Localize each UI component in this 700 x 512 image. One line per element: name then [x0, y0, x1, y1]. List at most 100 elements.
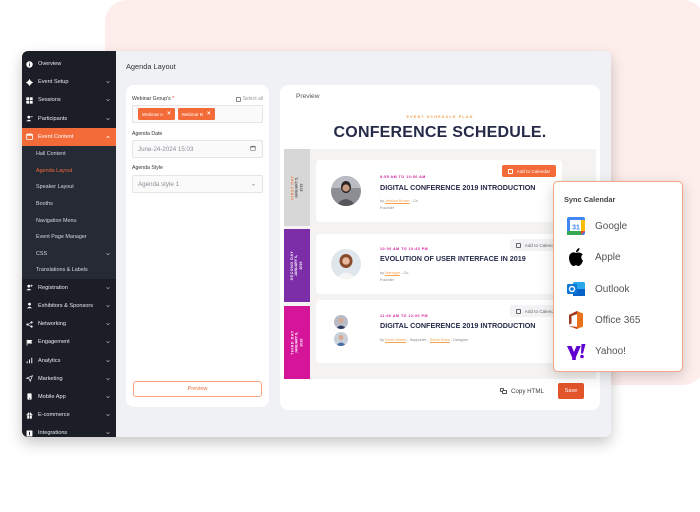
agenda-date-input[interactable]: June-24-2024 15:03: [132, 140, 263, 158]
session-card: 11:00 AM TO 12:00 PM DIGITAL CONFERENCE …: [316, 300, 564, 363]
copy-icon: [499, 387, 507, 395]
option-label: Office 365: [595, 314, 641, 326]
day-year: 2019: [299, 338, 304, 347]
copy-html-button[interactable]: Copy HTML: [499, 387, 544, 395]
button-label: Copy HTML: [510, 387, 544, 395]
sidebar-item-mobile-app[interactable]: Mobile App: [22, 388, 116, 406]
sidebar-item-label: Networking: [38, 321, 66, 328]
session-card: 10:00 AM TO 10:40 PM EVOLUTION OF USER I…: [316, 234, 564, 294]
sync-option-yahoo[interactable]: Yahoo!: [566, 340, 626, 362]
remove-tag-icon[interactable]: ×: [207, 111, 211, 117]
sidebar-item-ecommerce[interactable]: E-commerce: [22, 406, 116, 424]
button-label: Add to Calendar: [516, 168, 550, 174]
calendar-icon: [515, 308, 521, 314]
sync-option-apple[interactable]: Apple: [566, 246, 621, 268]
sidebar-subitem-label: Event Page Manager: [36, 234, 87, 241]
speaker-link[interactable]: Manager: [385, 271, 400, 275]
option-label: Outlook: [595, 283, 630, 295]
grid-icon: [26, 97, 33, 104]
webinar-groups-multiselect[interactable]: Webinar A × Webinar B ×: [132, 105, 263, 123]
sidebar-item-analytics[interactable]: Analytics: [22, 351, 116, 369]
sidebar-subitem-hall-content[interactable]: Hall Content: [22, 146, 116, 163]
sidebar-item-marketing[interactable]: Marketing: [22, 370, 116, 388]
sidebar-item-networking[interactable]: Networking: [22, 315, 116, 333]
option-label: Yahoo!: [595, 345, 626, 357]
preview-button[interactable]: Preview: [133, 381, 262, 397]
sync-option-google[interactable]: 31 Google: [566, 215, 627, 237]
user-plus-icon: [26, 284, 33, 291]
agenda-date-value: June-24-2024 15:03: [138, 145, 194, 153]
calendar-icon: [26, 133, 33, 141]
main-content: Agenda Layout Webinar Group's * Select a…: [116, 51, 611, 437]
sidebar-item-event-content[interactable]: Event Content: [22, 127, 116, 146]
office365-icon: [566, 310, 586, 330]
save-button[interactable]: Save: [558, 383, 584, 399]
schedule-title: CONFERENCE SCHEDULE.: [333, 124, 547, 141]
day-date: JANUARY 8,: [294, 331, 299, 354]
page-title: Agenda Layout: [126, 62, 176, 71]
select-all-checkbox[interactable]: Select all: [235, 96, 263, 102]
sidebar: Overview Event Setup Sessions Participan…: [22, 51, 116, 437]
remove-tag-icon[interactable]: ×: [167, 111, 171, 117]
session-speakers: by Kevin Martin - Supporter - Sarah Rose…: [380, 338, 468, 342]
sidebar-subitem-navigation-menu[interactable]: Navigation Menu: [22, 212, 116, 229]
sidebar-item-engagement[interactable]: Engagement: [22, 333, 116, 351]
speaker-link[interactable]: Sarah Rose: [430, 338, 450, 342]
sidebar-subitem-agenda-layout[interactable]: Agenda Layout: [22, 163, 116, 180]
sidebar-subitem-label: Booths: [36, 201, 53, 208]
gift-icon: [26, 412, 33, 419]
flag-icon: [26, 339, 33, 346]
outlook-icon: [566, 279, 586, 299]
sidebar-item-label: Event Setup: [38, 79, 69, 86]
speaker-avatar: [331, 176, 361, 206]
session-title: EVOLUTION OF USER INTERFACE IN 2019: [380, 254, 526, 263]
sidebar-item-label: Registration: [38, 284, 68, 291]
plug-icon: [26, 430, 33, 437]
event-content-submenu: Hall Content Agenda Layout Speaker Layou…: [22, 145, 116, 279]
sidebar-item-label: Mobile App: [38, 393, 66, 400]
sidebar-subitem-css[interactable]: CSS: [22, 246, 116, 263]
add-to-calendar-button[interactable]: Add to Calendar: [501, 165, 556, 177]
sidebar-subitem-booths[interactable]: Booths: [22, 196, 116, 213]
session-role: Founder: [380, 206, 395, 210]
sidebar-item-integrations[interactable]: Integrations: [22, 424, 116, 437]
day-tab-third[interactable]: THIRD DAY JANUARY 8, 2019: [284, 306, 310, 379]
sidebar-subitem-event-page-manager[interactable]: Event Page Manager: [22, 229, 116, 246]
chevron-down-icon: [106, 323, 110, 326]
chevron-down-icon: [106, 395, 110, 399]
calendar-icon: [515, 242, 521, 248]
gear-icon: [26, 79, 33, 86]
calendar-icon: [507, 168, 513, 174]
day-tab-first[interactable]: FIRST DAY JANUARY 5, 2019: [284, 149, 310, 226]
sync-option-outlook[interactable]: Outlook: [566, 278, 629, 300]
session-title: DIGITAL CONFERENCE 2019 INTRODUCTION: [380, 321, 536, 330]
sidebar-item-label: Sessions: [38, 97, 61, 104]
option-label: Google: [595, 220, 628, 232]
tag-webinar-a[interactable]: Webinar A ×: [138, 108, 175, 120]
webinar-groups-label: Webinar Group's *: [132, 96, 174, 102]
sidebar-subitem-translations[interactable]: Translations & Labels: [22, 262, 116, 279]
sync-option-office365[interactable]: Office 365: [566, 309, 640, 331]
session-title: DIGITAL CONFERENCE 2019 INTRODUCTION: [380, 183, 536, 192]
sidebar-subitem-speaker-layout[interactable]: Speaker Layout: [22, 179, 116, 196]
info-icon: [26, 60, 33, 68]
agenda-style-select[interactable]: Agenda style 1 ⌄: [132, 175, 263, 193]
sidebar-item-overview[interactable]: Overview: [22, 55, 116, 73]
chevron-down-icon: [106, 341, 110, 344]
sidebar-subitem-label: Speaker Layout: [36, 184, 74, 191]
tag-webinar-b[interactable]: Webinar B ×: [177, 108, 215, 120]
session-speakers: by Manager - Co: [380, 271, 408, 275]
speaker-link[interactable]: Jessica Brown: [385, 199, 409, 203]
calendar-icon[interactable]: [250, 145, 256, 153]
sidebar-item-exhibitors[interactable]: Exhibitors & Sponsors: [22, 297, 116, 315]
sidebar-item-event-setup[interactable]: Event Setup: [22, 73, 116, 91]
sidebar-item-participants[interactable]: Participants: [22, 110, 116, 128]
sidebar-item-registration[interactable]: Registration: [22, 279, 116, 297]
chevron-down-icon: [106, 359, 110, 362]
sync-calendar-popup: Sync Calendar 31 Google Apple Outlook Of…: [553, 181, 683, 372]
sidebar-subitem-label: Hall Content: [36, 151, 66, 158]
day-tab-second[interactable]: SECOND DAY JANUARY 6, 2019: [284, 229, 310, 302]
sidebar-item-sessions[interactable]: Sessions: [22, 91, 116, 109]
chevron-down-icon: [106, 286, 110, 290]
speaker-link[interactable]: Kevin Martin: [385, 338, 406, 342]
